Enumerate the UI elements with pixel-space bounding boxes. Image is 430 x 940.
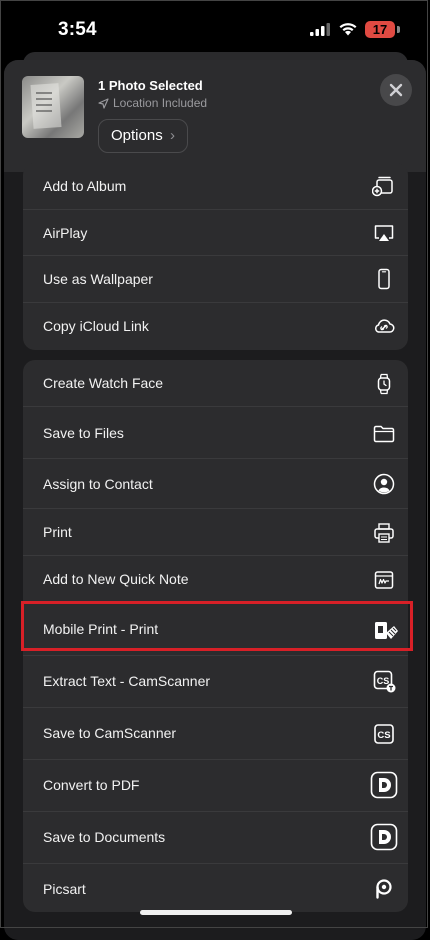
screenshot-border xyxy=(0,0,428,928)
